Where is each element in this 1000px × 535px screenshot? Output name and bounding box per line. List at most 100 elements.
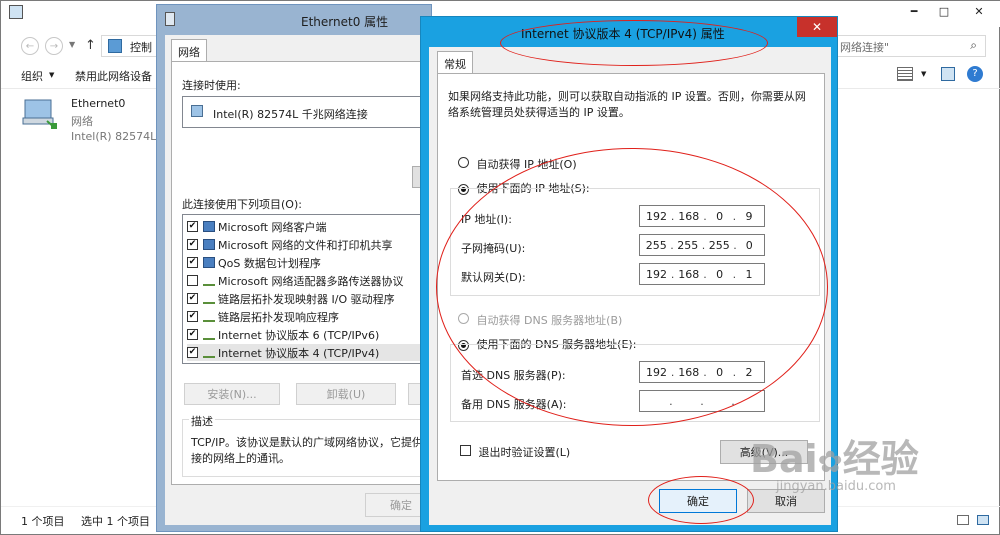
search-icon[interactable]: ⌕ xyxy=(970,38,977,53)
subnet-mask-field[interactable]: 255. 255. 255. 0 xyxy=(639,234,765,256)
preferred-dns-label: 首选 DNS 服务器(P): xyxy=(461,369,566,382)
item-checkbox[interactable]: ✔ xyxy=(187,329,198,340)
ip-octet: 255 xyxy=(677,238,699,252)
ip-octet: 192 xyxy=(645,365,667,379)
tab-general[interactable]: 常规 xyxy=(437,51,473,73)
octet-separator: . xyxy=(670,209,675,223)
auto-ip-radio[interactable] xyxy=(458,157,469,168)
connect-using-label: 连接时使用: xyxy=(182,79,241,92)
subnet-mask-label: 子网掩码(U): xyxy=(461,242,526,255)
organize-dropdown-icon[interactable]: ▼ xyxy=(49,71,54,79)
nic-icon xyxy=(191,105,203,117)
protocol-icon xyxy=(203,347,215,358)
ip-address-field[interactable]: 192. 168. 0. 9 xyxy=(639,205,765,227)
watermark-brand: Bai xyxy=(750,437,818,481)
ip-octet: 168 xyxy=(678,365,700,379)
network-icon xyxy=(9,5,23,19)
preferred-dns-field[interactable]: 192. 168. 0. 2 xyxy=(639,361,765,383)
organize-menu[interactable]: 组织 xyxy=(21,68,43,84)
search-input[interactable]: 网络连接" ⌕ xyxy=(831,35,986,57)
alternate-dns-field[interactable]: ... xyxy=(639,390,765,412)
close-icon[interactable]: ✕ xyxy=(959,1,999,21)
validate-checkbox[interactable] xyxy=(460,445,471,456)
maximize-icon[interactable]: □ xyxy=(931,1,957,21)
list-item[interactable]: ✔ Microsoft 网络客户端 xyxy=(187,218,427,235)
item-checkbox[interactable]: ✔ xyxy=(187,311,198,322)
adapter-item[interactable]: Ethernet0 网络 Intel(R) 82574L 千 xyxy=(17,93,171,143)
octet-separator: . xyxy=(670,238,674,252)
ip-address-label: IP 地址(I): xyxy=(461,213,512,226)
close-icon[interactable]: ✕ xyxy=(797,17,837,37)
share-icon xyxy=(203,239,215,250)
ethernet-adapter-icon xyxy=(21,97,59,131)
adapter-name-text: Intel(R) 82574L 千兆网络连接 xyxy=(213,108,368,121)
list-item[interactable]: ✔ QoS 数据包计划程序 xyxy=(187,254,427,271)
preview-pane-icon[interactable] xyxy=(941,67,955,81)
qos-icon xyxy=(203,257,215,268)
client-icon xyxy=(203,221,215,232)
history-dropdown-icon[interactable]: ▼ xyxy=(69,40,75,49)
item-label: Microsoft 网络适配器多路传送器协议 xyxy=(218,274,404,288)
list-item[interactable]: ✔ 链路层拓扑发现响应程序 xyxy=(187,308,427,325)
gateway-field[interactable]: 192. 168. 0. 1 xyxy=(639,263,765,285)
item-label: Microsoft 网络客户端 xyxy=(218,220,327,234)
ip-octet: 2 xyxy=(745,365,753,379)
back-icon[interactable]: ← xyxy=(21,37,39,55)
item-checkbox[interactable]: ✔ xyxy=(187,257,198,268)
item-checkbox[interactable]: ✔ xyxy=(187,293,198,304)
list-item[interactable]: Microsoft 网络适配器多路传送器协议 xyxy=(187,272,427,289)
disable-device-button[interactable]: 禁用此网络设备 xyxy=(75,68,152,84)
octet-separator: . xyxy=(670,365,675,379)
octet-separator: . xyxy=(703,209,707,223)
control-panel-icon xyxy=(108,39,122,53)
list-item[interactable]: ✔ Microsoft 网络的文件和打印机共享 xyxy=(187,236,427,253)
item-checkbox[interactable]: ✔ xyxy=(187,239,198,250)
description-line-1: TCP/IP。该协议是默认的广域网络协议，它提供在 xyxy=(191,436,434,449)
tab-network[interactable]: 网络 xyxy=(171,39,207,61)
validate-label: 退出时验证设置(L) xyxy=(478,446,571,459)
gateway-label: 默认网关(D): xyxy=(461,271,526,284)
up-icon[interactable]: ↑ xyxy=(85,38,96,53)
ip-octet: 168 xyxy=(678,209,700,223)
item-checkbox[interactable] xyxy=(187,275,198,286)
protocol-icon xyxy=(203,311,215,322)
octet-separator: . xyxy=(670,267,675,281)
list-item[interactable]: ✔ Internet 协议版本 6 (TCP/IPv6) xyxy=(187,326,427,343)
auto-ip-label: 自动获得 IP 地址(O) xyxy=(476,158,577,171)
ip-octet: 0 xyxy=(745,238,753,252)
list-item[interactable]: ✔ 链路层拓扑发现映射器 I/O 驱动程序 xyxy=(187,290,427,307)
ip-octet: 0 xyxy=(716,209,724,223)
auto-ip-option[interactable]: 自动获得 IP 地址(O) xyxy=(458,156,577,172)
watermark-brand-2: 经验 xyxy=(842,437,919,481)
list-item[interactable]: ✔ Internet 协议版本 4 (TCP/IPv4) xyxy=(187,344,427,361)
ip-octet: 192 xyxy=(645,209,667,223)
item-count: 1 个项目 xyxy=(21,515,65,528)
description-line-2: 接的网络上的通讯。 xyxy=(191,452,290,465)
item-checkbox[interactable]: ✔ xyxy=(187,221,198,232)
item-label: Internet 协议版本 4 (TCP/IPv4) xyxy=(218,346,380,360)
validate-option[interactable]: 退出时验证设置(L) xyxy=(460,444,570,460)
octet-separator: . xyxy=(703,365,707,379)
ip-octet: 0 xyxy=(716,267,724,281)
adapter-name: Ethernet0 xyxy=(71,97,126,110)
auto-dns-radio[interactable] xyxy=(458,313,469,324)
octet-separator: . xyxy=(732,267,737,281)
auto-dns-label: 自动获得 DNS 服务器地址(B) xyxy=(476,314,623,327)
ipv4-dialog-title: Internet 协议版本 4 (TCP/IPv4) 属性 xyxy=(521,27,725,41)
view-options-icon[interactable] xyxy=(897,67,913,81)
item-label: 链路层拓扑发现映射器 I/O 驱动程序 xyxy=(218,292,395,306)
network-tab-panel: 连接时使用: Intel(R) 82574L 千兆网络连接 此连接使用下列项目(… xyxy=(171,61,434,485)
item-label: QoS 数据包计划程序 xyxy=(218,256,321,270)
watermark-url: jingyan.baidu.com xyxy=(776,479,896,494)
help-icon[interactable]: ? xyxy=(967,66,983,82)
item-checkbox[interactable]: ✔ xyxy=(187,347,198,358)
intro-line-2: 络系统管理员处获得适当的 IP 设置。 xyxy=(448,106,630,119)
uninstall-button[interactable]: 卸载(U) xyxy=(296,383,396,405)
auto-dns-option[interactable]: 自动获得 DNS 服务器地址(B) xyxy=(458,312,622,328)
minimize-icon[interactable]: ━ xyxy=(901,1,927,21)
baidu-watermark: Bai✿经验 jingyan.baidu.com xyxy=(750,428,990,518)
install-button[interactable]: 安装(N)... xyxy=(184,383,280,405)
view-dropdown-icon[interactable]: ▼ xyxy=(921,70,926,78)
forward-icon[interactable]: → xyxy=(45,37,63,55)
ipv4-ok-button[interactable]: 确定 xyxy=(659,489,737,513)
